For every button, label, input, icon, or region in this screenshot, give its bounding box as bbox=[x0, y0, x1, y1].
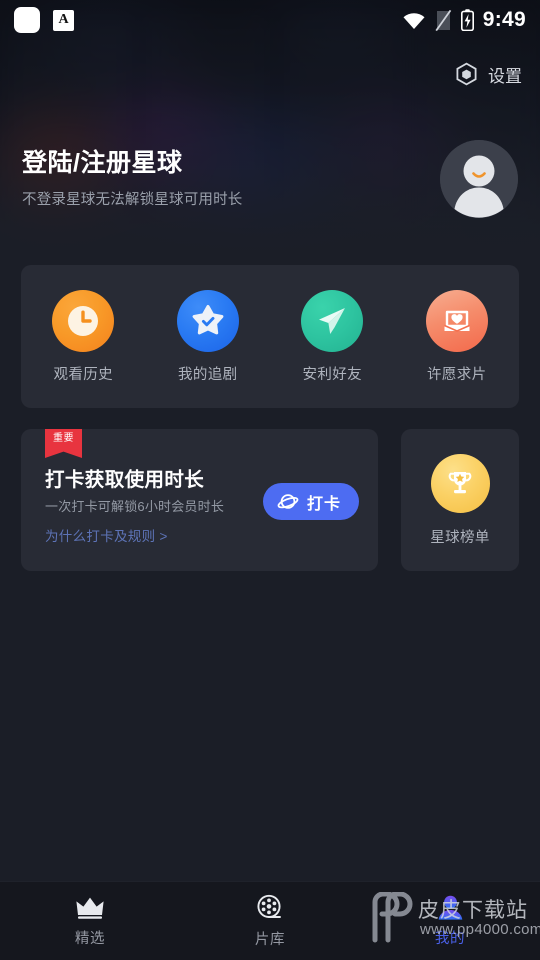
shortcuts-card: 观看历史 我的追剧 安利好友 许愿求片 bbox=[21, 265, 519, 408]
film-reel-icon bbox=[257, 894, 281, 918]
status-badge: 重要 bbox=[45, 429, 82, 458]
checkin-button[interactable]: 打卡 bbox=[262, 483, 359, 520]
wifi-icon bbox=[403, 12, 425, 29]
rank-card[interactable]: 星球榜单 bbox=[401, 429, 519, 571]
status-bar: A 9:49 bbox=[0, 0, 540, 40]
paper-plane-glyph bbox=[319, 307, 346, 334]
battery-charging-icon bbox=[460, 9, 474, 31]
user-icon bbox=[438, 895, 462, 920]
letter-a-icon: A bbox=[53, 9, 74, 31]
tab-label: 片库 bbox=[254, 931, 286, 948]
app-square-icon bbox=[14, 7, 40, 33]
tab-featured[interactable]: 精选 bbox=[0, 895, 180, 948]
trophy-glyph bbox=[448, 472, 472, 494]
trophy-icon bbox=[430, 453, 490, 513]
shortcut-my-series[interactable]: 我的追剧 bbox=[156, 289, 260, 384]
star-check-glyph bbox=[192, 304, 224, 334]
checkin-subtitle: 一次打卡可解锁6小时会员时长 bbox=[45, 499, 225, 514]
shortcut-recommend-friends[interactable]: 安利好友 bbox=[280, 289, 384, 384]
default-user-avatar bbox=[440, 140, 518, 218]
tab-label: 我的 bbox=[434, 931, 466, 947]
status-bar-left: A bbox=[14, 7, 74, 33]
page-subtitle: 不登录星球无法解锁星球可用时长 bbox=[22, 191, 243, 208]
settings-button[interactable]: 设置 bbox=[454, 62, 522, 87]
tab-mine[interactable]: 我的 bbox=[360, 894, 540, 948]
planet-icon bbox=[277, 493, 299, 509]
sim-off-icon bbox=[435, 9, 452, 31]
clock-icon bbox=[52, 289, 115, 352]
status-bar-clock: 9:49 bbox=[482, 8, 526, 31]
avatar[interactable] bbox=[440, 140, 518, 218]
paper-plane-icon bbox=[301, 289, 364, 352]
bottom-navigation: 精选 片库 我的 bbox=[0, 881, 540, 960]
crown-icon bbox=[76, 897, 104, 919]
hexagon-gear-icon bbox=[456, 62, 477, 86]
shortcut-label: 许愿求片 bbox=[426, 366, 487, 383]
envelope-heart-icon bbox=[425, 289, 488, 352]
envelope-heart-glyph bbox=[443, 310, 470, 332]
tab-library[interactable]: 片库 bbox=[180, 894, 360, 949]
settings-label: 设置 bbox=[488, 67, 522, 86]
checkin-button-label: 打卡 bbox=[306, 495, 341, 513]
profile-text-block: 登陆/注册星球 不登录星球无法解锁星球可用时长 bbox=[22, 149, 440, 209]
clock-glyph bbox=[68, 305, 99, 336]
star-check-icon bbox=[176, 289, 239, 352]
rank-label: 星球榜单 bbox=[430, 529, 490, 546]
checkin-card: 重要 打卡获取使用时长 一次打卡可解锁6小时会员时长 为什么打卡及规则 > 打卡 bbox=[21, 429, 378, 571]
checkin-title: 打卡获取使用时长 bbox=[45, 469, 205, 491]
page-title: 登陆/注册星球 bbox=[22, 149, 183, 178]
shortcut-label: 观看历史 bbox=[53, 366, 114, 383]
app-screen: A 9:49 设置 登陆/注册星球 不登录星球无法解锁星球可用时长 观看历史 我… bbox=[0, 0, 540, 960]
shortcut-label: 我的追剧 bbox=[177, 366, 238, 383]
status-bar-right: 9:49 bbox=[402, 8, 526, 32]
checkin-rules-link[interactable]: 为什么打卡及规则 > bbox=[45, 525, 168, 545]
tab-label: 精选 bbox=[74, 930, 106, 947]
shortcut-wish-request[interactable]: 许愿求片 bbox=[405, 289, 509, 384]
shortcut-label: 安利好友 bbox=[302, 366, 363, 383]
profile-header[interactable]: 登陆/注册星球 不登录星球无法解锁星球可用时长 bbox=[22, 140, 518, 218]
shortcut-watch-history[interactable]: 观看历史 bbox=[31, 289, 135, 384]
